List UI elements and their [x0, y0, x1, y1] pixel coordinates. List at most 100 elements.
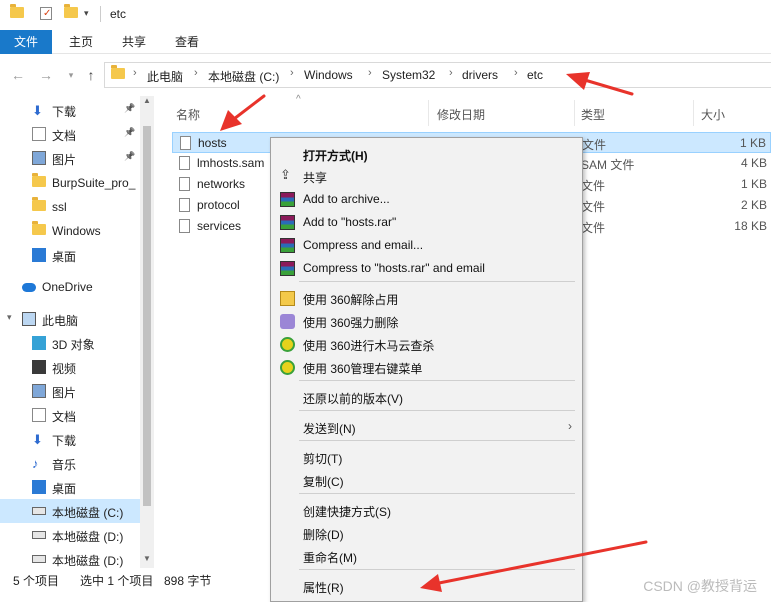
context-menu-item[interactable]: 使用 360解除占用	[271, 287, 582, 310]
tab-view[interactable]: 查看	[166, 30, 208, 54]
context-menu-item[interactable]: ⇪ 共享	[271, 165, 582, 188]
context-menu-label: 复制(C)	[303, 475, 344, 489]
context-menu-label: Add to "hosts.rar"	[303, 215, 397, 229]
context-menu-item[interactable]: 发送到(N) ›	[271, 416, 582, 439]
column-header-size[interactable]: 大小	[701, 106, 725, 123]
forward-arrow-icon[interactable]: →	[37, 66, 55, 84]
document-icon	[32, 127, 46, 141]
context-menu-label: 发送到(N)	[303, 422, 356, 436]
breadcrumb-this-pc[interactable]: 此电脑	[147, 68, 183, 85]
sidebar-item[interactable]: OneDrive	[0, 275, 140, 299]
tab-file[interactable]: 文件	[0, 30, 52, 54]
column-header-name[interactable]: 名称	[176, 106, 200, 123]
context-menu-item[interactable]: Add to archive...	[271, 188, 582, 211]
sidebar-item[interactable]: ⬇ 下载	[0, 427, 140, 451]
file-type: SAM 文件	[581, 158, 635, 172]
properties-icon[interactable]: ✓	[40, 7, 52, 20]
desktop-icon	[32, 480, 46, 494]
context-menu-item[interactable]: 复制(C)	[271, 469, 582, 492]
context-menu-item[interactable]: 属性(R)	[271, 575, 582, 598]
sidebar-item-label: ssl	[52, 200, 67, 214]
pin-icon: 📌	[124, 103, 136, 113]
context-menu-item[interactable]: 重命名(M)	[271, 545, 582, 568]
navigation-pane-scrollbar[interactable]: ▲ ▼	[140, 96, 154, 568]
chevron-right-icon[interactable]: ›	[514, 67, 518, 79]
document-icon	[32, 408, 46, 422]
sidebar-item[interactable]: 桌面	[0, 243, 140, 267]
360-menu-icon	[280, 360, 295, 375]
breadcrumb-drivers[interactable]: drivers	[462, 68, 498, 82]
breadcrumb-etc[interactable]: etc	[527, 68, 543, 82]
pictures-icon	[32, 151, 46, 165]
360-delete-icon	[280, 314, 295, 329]
scroll-down-icon[interactable]: ▼	[143, 554, 151, 563]
context-menu-item[interactable]: 使用 360强力删除	[271, 310, 582, 333]
sidebar-item[interactable]: 视频	[0, 355, 140, 379]
winrar-icon	[280, 238, 295, 253]
recent-locations-icon[interactable]: ▾	[62, 66, 80, 84]
context-menu-item[interactable]: Compress and email...	[271, 234, 582, 257]
sidebar-item[interactable]: 文档	[0, 403, 140, 427]
sidebar-item[interactable]: 3D 对象	[0, 331, 140, 355]
column-header-type[interactable]: 类型	[581, 106, 605, 123]
breadcrumb-system32[interactable]: System32	[382, 68, 435, 82]
breadcrumb-c-drive[interactable]: 本地磁盘 (C:)	[208, 68, 279, 85]
sidebar-item[interactable]: ssl	[0, 195, 140, 219]
context-menu-item[interactable]: 创建快捷方式(S)	[271, 499, 582, 522]
file-size: 1 KB	[739, 136, 766, 150]
sidebar-item[interactable]: 本地磁盘 (D:)	[0, 523, 140, 547]
sidebar-item-label: 3D 对象	[52, 338, 95, 352]
new-folder-icon[interactable]	[64, 4, 78, 21]
navigation-pane: ⬇ 下载 📌 文档 📌 图片 📌 BurpSuite_pro_ ssl Windows 桌面 OneD…	[0, 96, 154, 568]
chevron-right-icon[interactable]: ›	[368, 67, 372, 79]
chevron-right-icon[interactable]: ›	[133, 67, 137, 79]
tab-home[interactable]: 主页	[60, 30, 102, 54]
quick-access-dropdown-icon[interactable]: ▾	[84, 8, 98, 22]
chevron-right-icon[interactable]: ›	[449, 67, 453, 79]
context-menu-label: 剪切(T)	[303, 452, 343, 466]
sidebar-item[interactable]: Windows	[0, 219, 140, 243]
sidebar-item[interactable]: 图片	[0, 379, 140, 403]
scroll-up-icon[interactable]: ▲	[143, 96, 151, 105]
file-icon	[179, 219, 190, 233]
context-menu-label: 使用 360解除占用	[303, 293, 399, 307]
sidebar-item[interactable]: 图片 📌	[0, 146, 140, 170]
context-menu-label: Compress and email...	[303, 238, 424, 252]
back-arrow-icon[interactable]: ←	[9, 66, 27, 84]
tab-share[interactable]: 共享	[113, 30, 155, 54]
context-menu-item[interactable]: 剪切(T)	[271, 446, 582, 469]
context-menu-item[interactable]: Compress to "hosts.rar" and email	[271, 257, 582, 280]
folder-icon	[111, 65, 125, 82]
sidebar-item[interactable]: 此电脑 ▾	[0, 307, 140, 331]
sidebar-item[interactable]: ⬇ 下载 📌	[0, 98, 140, 122]
sidebar-item[interactable]: ♪ 音乐	[0, 451, 140, 475]
context-menu-item[interactable]: 还原以前的版本(V)	[271, 386, 582, 409]
context-menu-item[interactable]: 使用 360进行木马云查杀	[271, 333, 582, 356]
pin-icon: 📌	[124, 151, 136, 161]
file-icon	[179, 177, 190, 191]
sidebar-item-label: 下载	[52, 434, 77, 448]
winrar-icon	[280, 215, 295, 230]
sidebar-item[interactable]: BurpSuite_pro_	[0, 171, 140, 195]
sidebar-item-label: 本地磁盘 (C:)	[52, 506, 124, 520]
drive-icon	[32, 507, 46, 515]
chevron-right-icon[interactable]: ›	[290, 67, 294, 79]
address-bar[interactable]: › 此电脑 › 本地磁盘 (C:) › Windows › System32 ›…	[104, 62, 771, 88]
up-arrow-icon[interactable]: ↑	[82, 66, 100, 84]
drive-icon	[32, 531, 46, 539]
chevron-right-icon[interactable]: ›	[194, 67, 198, 79]
context-menu-item[interactable]: 打开方式(H)	[271, 143, 582, 166]
context-menu-item[interactable]: 删除(D)	[271, 522, 582, 545]
context-menu-item[interactable]: 使用 360管理右键菜单	[271, 356, 582, 379]
scrollbar-thumb[interactable]	[143, 126, 151, 506]
sidebar-item[interactable]: 文档 📌	[0, 122, 140, 146]
column-header-modified[interactable]: 修改日期	[437, 106, 485, 123]
breadcrumb-windows[interactable]: Windows	[304, 68, 353, 82]
sidebar-item[interactable]: 桌面	[0, 475, 140, 499]
menu-separator	[299, 380, 575, 381]
3d-objects-icon	[32, 336, 46, 350]
context-menu-item[interactable]: Add to "hosts.rar"	[271, 211, 582, 234]
sidebar-item[interactable]: 本地磁盘 (C:)	[0, 499, 140, 523]
file-type: 文件	[581, 221, 606, 235]
expand-chevron-icon[interactable]: ▾	[7, 312, 12, 323]
